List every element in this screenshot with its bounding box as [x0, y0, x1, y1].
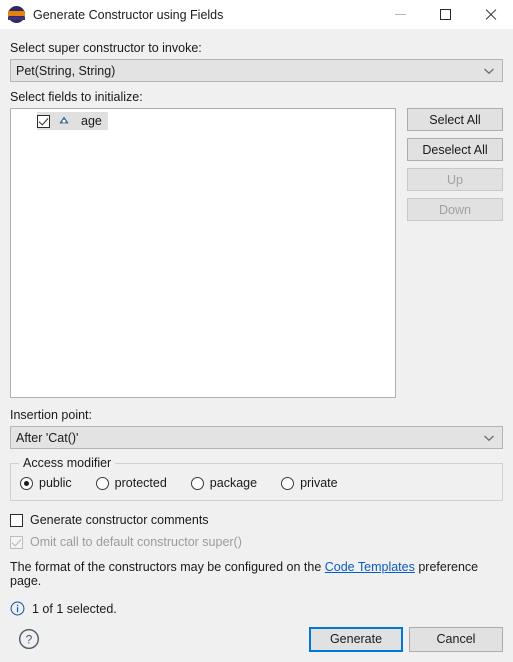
list-item[interactable]: age — [37, 112, 108, 130]
radio-private[interactable]: private — [281, 476, 338, 490]
super-constructor-label: Select super constructor to invoke: — [10, 41, 202, 55]
generate-comments-label: Generate constructor comments — [30, 513, 209, 527]
access-modifier-group-label: Access modifier — [19, 456, 116, 470]
omit-super-checkbox[interactable]: Omit call to default constructor super() — [10, 535, 503, 549]
info-icon — [10, 601, 25, 616]
window-title: Generate Constructor using Fields — [33, 7, 224, 22]
move-up-button[interactable]: Up — [407, 168, 503, 191]
super-constructor-combo[interactable]: Pet(String, String) — [10, 59, 503, 82]
help-button[interactable]: ? — [18, 628, 40, 650]
window-controls — [378, 0, 513, 29]
field-name-age: age — [81, 114, 102, 128]
radio-private-indicator — [281, 476, 295, 490]
title-bar: Generate Constructor using Fields — [0, 0, 513, 30]
fields-listbox[interactable]: age — [10, 108, 396, 398]
generate-comments-indicator — [10, 513, 23, 527]
insertion-point-value: After 'Cat()' — [16, 430, 79, 445]
dialog-body: Select super constructor to invoke: Pet(… — [0, 30, 513, 616]
close-button[interactable] — [468, 0, 513, 29]
deselect-all-button[interactable]: Deselect All — [407, 138, 503, 161]
generate-button[interactable]: Generate — [309, 626, 403, 652]
radio-public-indicator — [20, 476, 33, 490]
eclipse-icon — [8, 6, 25, 23]
radio-package-indicator — [190, 476, 204, 490]
omit-super-indicator — [10, 535, 23, 549]
super-constructor-value: Pet(String, String) — [16, 63, 116, 78]
insertion-point-label: Insertion point: — [10, 408, 92, 422]
radio-protected[interactable]: protected — [95, 476, 167, 490]
status-text: 1 of 1 selected. — [32, 601, 117, 616]
radio-protected-label: protected — [114, 476, 167, 490]
dialog-footer: ? Generate Cancel — [0, 616, 513, 662]
radio-private-label: private — [300, 476, 338, 490]
generate-constructor-dialog: Generate Constructor using Fields Select… — [0, 0, 513, 661]
move-down-button[interactable]: Down — [407, 198, 503, 221]
omit-super-label: Omit call to default constructor super() — [30, 535, 242, 549]
field-checkbox-age[interactable] — [37, 114, 50, 128]
select-all-button[interactable]: Select All — [407, 108, 503, 131]
minimize-icon — [395, 14, 406, 15]
radio-protected-indicator — [95, 476, 109, 490]
chevron-down-icon — [476, 434, 502, 442]
access-modifier-group: Access modifier public protected package… — [10, 456, 503, 501]
code-templates-link[interactable]: Code Templates — [325, 560, 415, 574]
svg-text:?: ? — [26, 632, 33, 646]
format-note: The format of the constructors may be co… — [10, 560, 503, 588]
format-note-prefix: The format of the constructors may be co… — [10, 560, 325, 574]
close-icon — [484, 8, 497, 21]
chevron-down-icon — [476, 67, 502, 75]
radio-package[interactable]: package — [190, 476, 258, 490]
minimize-button[interactable] — [378, 0, 423, 29]
fields-side-buttons: Select All Deselect All Up Down — [407, 108, 503, 221]
cancel-button[interactable]: Cancel — [409, 626, 503, 652]
maximize-button[interactable] — [423, 0, 468, 29]
radio-package-label: package — [209, 476, 258, 490]
radio-public[interactable]: public — [20, 476, 72, 490]
generate-comments-checkbox[interactable]: Generate constructor comments — [10, 513, 503, 527]
fields-label: Select fields to initialize: — [10, 90, 143, 104]
radio-public-label: public — [39, 476, 72, 490]
maximize-icon — [440, 9, 451, 20]
java-field-icon — [57, 114, 71, 128]
fields-section: age Select All Deselect All Up Down — [10, 108, 503, 398]
status-message: 1 of 1 selected. — [10, 601, 503, 616]
insertion-point-combo[interactable]: After 'Cat()' — [10, 426, 503, 449]
